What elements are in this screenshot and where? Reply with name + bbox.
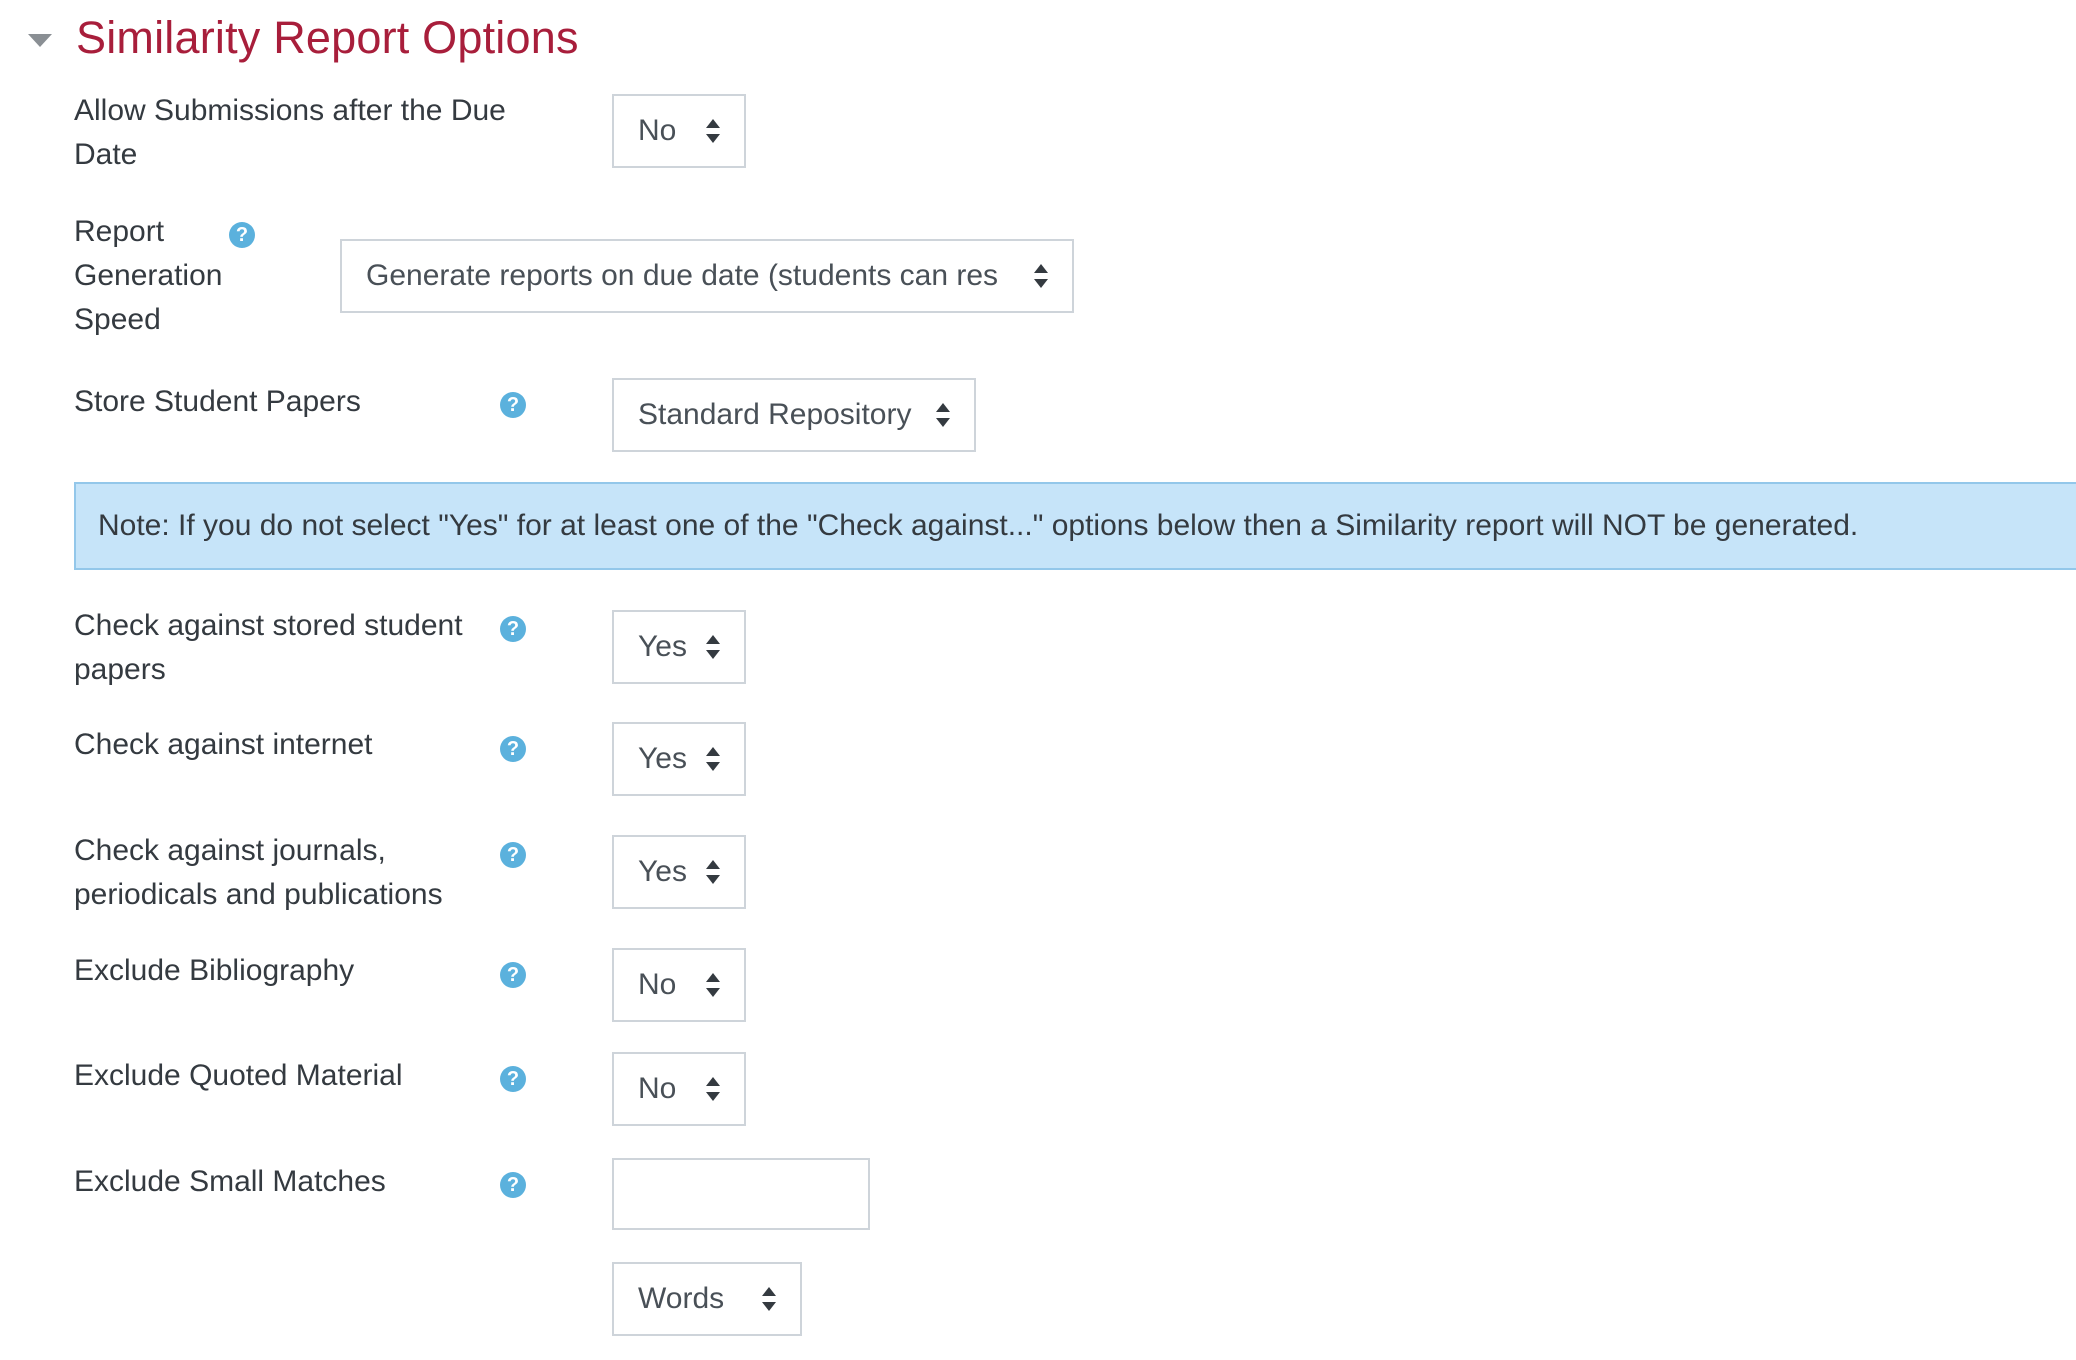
exclude-bibliography-select[interactable]: No (612, 948, 746, 1022)
report-speed-value: Generate reports on due date (students c… (366, 259, 999, 292)
allow-late-select[interactable]: No (612, 94, 746, 168)
select-arrows-icon (706, 973, 720, 997)
select-arrows-icon (706, 860, 720, 884)
allow-late-label: Allow Submissions after the Due Date (74, 94, 506, 171)
section-header: Similarity Report Options (28, 8, 579, 68)
section-title: Similarity Report Options (76, 12, 579, 63)
store-papers-label: Store Student Papers (74, 385, 361, 418)
exclude-small-input[interactable] (612, 1158, 870, 1230)
exclude-small-label: Exclude Small Matches (74, 1165, 386, 1198)
exclude-small-help-icon[interactable]: ? (500, 1172, 526, 1198)
exclude-small-unit-value: Words (638, 1282, 725, 1315)
store-papers-help-icon[interactable]: ? (500, 392, 526, 418)
report-speed-help-icon[interactable]: ? (229, 222, 255, 248)
exclude-quoted-label: Exclude Quoted Material (74, 1059, 403, 1092)
exclude-small-unit-select[interactable]: Words (612, 1262, 802, 1336)
exclude-quoted-select[interactable]: No (612, 1052, 746, 1126)
select-arrows-icon (762, 1287, 776, 1311)
check-stored-help-icon[interactable]: ? (500, 616, 526, 642)
check-internet-value: Yes (638, 742, 687, 775)
check-internet-select[interactable]: Yes (612, 722, 746, 796)
report-speed-select[interactable]: Generate reports on due date (students c… (340, 239, 1074, 313)
report-speed-label: Report Generation Speed (74, 215, 223, 336)
exclude-bibliography-label: Exclude Bibliography (74, 954, 355, 987)
check-journals-select[interactable]: Yes (612, 835, 746, 909)
select-arrows-icon (706, 1077, 720, 1101)
select-arrows-icon (706, 635, 720, 659)
collapse-toggle-icon[interactable] (28, 33, 52, 47)
check-stored-value: Yes (638, 630, 687, 663)
select-arrows-icon (1034, 264, 1048, 288)
check-journals-label: Check against journals, periodicals and … (74, 834, 443, 911)
store-papers-value: Standard Repository (638, 398, 912, 431)
note-alert: Note: If you do not select "Yes" for at … (74, 482, 2076, 570)
check-internet-help-icon[interactable]: ? (500, 736, 526, 762)
store-papers-select[interactable]: Standard Repository (612, 378, 976, 452)
check-internet-label: Check against internet (74, 728, 373, 761)
exclude-bibliography-value: No (638, 968, 677, 1001)
exclude-quoted-help-icon[interactable]: ? (500, 1066, 526, 1092)
check-journals-value: Yes (638, 855, 687, 888)
allow-late-value: No (638, 114, 677, 147)
select-arrows-icon (936, 403, 950, 427)
exclude-quoted-value: No (638, 1072, 677, 1105)
exclude-bibliography-help-icon[interactable]: ? (500, 962, 526, 988)
check-stored-select[interactable]: Yes (612, 610, 746, 684)
select-arrows-icon (706, 119, 720, 143)
check-journals-help-icon[interactable]: ? (500, 842, 526, 868)
check-stored-label: Check against stored student papers (74, 609, 463, 686)
select-arrows-icon (706, 747, 720, 771)
